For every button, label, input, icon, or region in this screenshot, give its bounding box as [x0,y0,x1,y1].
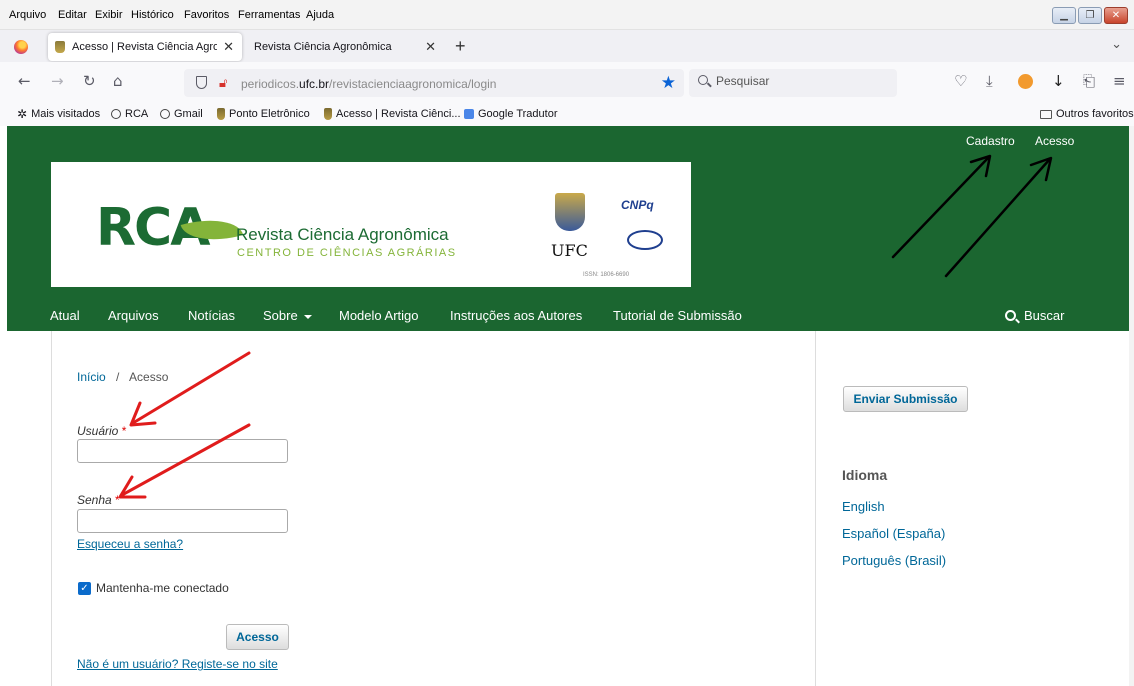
url-text[interactable]: periodicos.ufc.br/revistacienciaagronomi… [241,77,496,91]
ufc-crest-icon [555,193,585,231]
close-tab-icon[interactable]: ✕ [223,39,234,55]
register-link[interactable]: Cadastro [966,134,1015,148]
gear-icon: ✲ [17,107,28,121]
tab-revista[interactable]: Revista Ciência Agronômica ✕ [248,33,444,61]
insecure-lock-icon[interactable]: 🔓︎ [219,75,227,91]
rca-favicon-icon [217,108,225,120]
home-icon[interactable]: ⌂ [113,74,123,89]
bookmark-acesso-revista[interactable]: Acesso | Revista Ciênci... [324,108,461,120]
remember-me-label[interactable]: Mantenha-me conectado [96,581,229,595]
menu-favoritos[interactable]: Favoritos [184,9,229,21]
close-window-icon[interactable]: ✕ [1104,7,1128,24]
language-portugues[interactable]: Português (Brasil) [842,553,946,568]
search-input[interactable] [716,74,886,88]
logo-title: Revista Ciência Agronômica [236,225,449,244]
language-espanol[interactable]: Español (España) [842,526,945,541]
download-arrow-icon[interactable]: ↓ [1052,74,1065,89]
pocket-icon[interactable]: ♡ [954,74,967,89]
minimize-icon[interactable]: ▁ [1052,7,1076,24]
search-icon [698,75,708,85]
profile-extension-icon[interactable] [1018,74,1033,89]
breadcrumb-current: Acesso [129,370,169,384]
menu-bar: Arquivo Editar Exibir Histórico Favorito… [0,0,1134,30]
forgot-password-link[interactable]: Esqueceu a senha? [77,537,183,551]
tracking-shield-icon[interactable] [196,76,207,89]
address-bar[interactable]: 🔓︎ periodicos.ufc.br/revistacienciaagron… [184,69,684,97]
register-site-link[interactable]: Não é um usuário? Registe-se no site [77,657,278,671]
bookmark-rca[interactable]: RCA [111,108,148,120]
breadcrumb-home[interactable]: Início [77,370,106,384]
menu-ajuda[interactable]: Ajuda [306,9,334,21]
search-link[interactable]: Buscar [1005,308,1064,323]
nav-noticias[interactable]: Notícias [188,308,235,323]
menu-arquivo[interactable]: Arquivo [9,9,46,21]
window-controls: ▁ ❐ ✕ [1052,7,1128,24]
folder-icon [1040,109,1052,119]
nav-atual[interactable]: Atual [50,308,80,323]
google-translate-icon [464,109,474,119]
login-link[interactable]: Acesso [1035,134,1074,148]
page-scrollbar[interactable] [1129,126,1134,686]
rca-favicon-icon [324,108,332,120]
rca-favicon-icon [55,41,65,53]
new-tab-icon[interactable]: + [455,36,466,57]
tab-title: Acesso | Revista Ciência Agronômica [72,41,218,53]
globe-icon [160,109,170,119]
bookmark-gmail[interactable]: Gmail [160,108,203,120]
tab-acesso[interactable]: Acesso | Revista Ciência Agronômica ✕ [48,33,242,61]
close-tab-icon[interactable]: ✕ [425,39,436,55]
bookmark-google-tradutor[interactable]: Google Tradutor [464,108,558,120]
breadcrumb-separator: / [116,370,120,384]
nav-instrucoes[interactable]: Instruções aos Autores [450,308,582,323]
app-menu-icon[interactable]: ≡ [1113,74,1126,89]
username-label: Usuário * [77,424,127,438]
password-input[interactable] [77,509,288,533]
back-icon[interactable]: ← [18,74,31,89]
bookmark-ponto-eletronico[interactable]: Ponto Eletrônico [217,108,310,120]
maximize-icon[interactable]: ❐ [1078,7,1102,24]
language-heading: Idioma [842,467,888,483]
search-bar[interactable] [689,69,897,97]
magnifier-icon [1005,310,1016,321]
nav-arquivos[interactable]: Arquivos [108,308,159,323]
journal-logo[interactable]: RCA Revista Ciência Agronômica CENTRO DE… [51,162,691,287]
bookmarks-bar: ✲ Mais visitados RCA Gmail Ponto Eletrôni… [0,102,1134,126]
language-english[interactable]: English [842,499,885,514]
menu-editar[interactable]: Editar [58,9,87,21]
site-header: Cadastro Acesso RCA Revista Ciência Agro… [7,126,1129,331]
firefox-icon[interactable] [14,40,28,54]
submit-manuscript-button[interactable]: Enviar Submissão [843,386,968,412]
nav-modelo-artigo[interactable]: Modelo Artigo [339,308,419,323]
tab-strip: Acesso | Revista Ciência Agronômica ✕ Re… [0,30,1134,62]
menu-historico[interactable]: Histórico [131,9,174,21]
cnpq-logo: CNPq [621,198,654,212]
login-button[interactable]: Acesso [226,624,289,650]
issn-label: ISSN: 1806-6690 [583,272,630,278]
navigation-toolbar: ← → ↻ ⌂ 🔓︎ periodicos.ufc.br/revistacien… [0,62,1134,102]
globe-icon [111,109,121,119]
bookmark-mais-visitados[interactable]: ✲ Mais visitados [17,108,100,120]
capes-logo-icon [627,230,663,250]
bookmark-star-icon[interactable]: ★ [661,73,676,93]
logo-subtitle: CENTRO DE CIÊNCIAS AGRÁRIAS [237,247,457,259]
menu-ferramentas[interactable]: Ferramentas [238,9,300,21]
ufc-label: UFC [551,241,588,260]
list-tabs-icon[interactable]: ⌄ [1111,36,1122,52]
breadcrumb: Início / Acesso [77,370,168,384]
username-input[interactable] [77,439,288,463]
forward-icon[interactable]: → [51,74,64,89]
nav-tutorial[interactable]: Tutorial de Submissão [613,308,742,323]
downloads-icon[interactable]: ⤓ [986,74,993,89]
caret-down-icon [303,314,312,319]
tab-title: Revista Ciência Agronômica [254,41,392,53]
menu-exibir[interactable]: Exibir [95,9,123,21]
bookmark-outros-favoritos[interactable]: Outros favoritos [1040,108,1134,120]
password-label: Senha * [77,493,120,507]
extensions-icon[interactable]: ⎗ [1083,74,1095,89]
nav-sobre[interactable]: Sobre [263,308,312,323]
reload-icon[interactable]: ↻ [83,74,96,89]
remember-me-checkbox[interactable]: ✓ [78,582,91,595]
